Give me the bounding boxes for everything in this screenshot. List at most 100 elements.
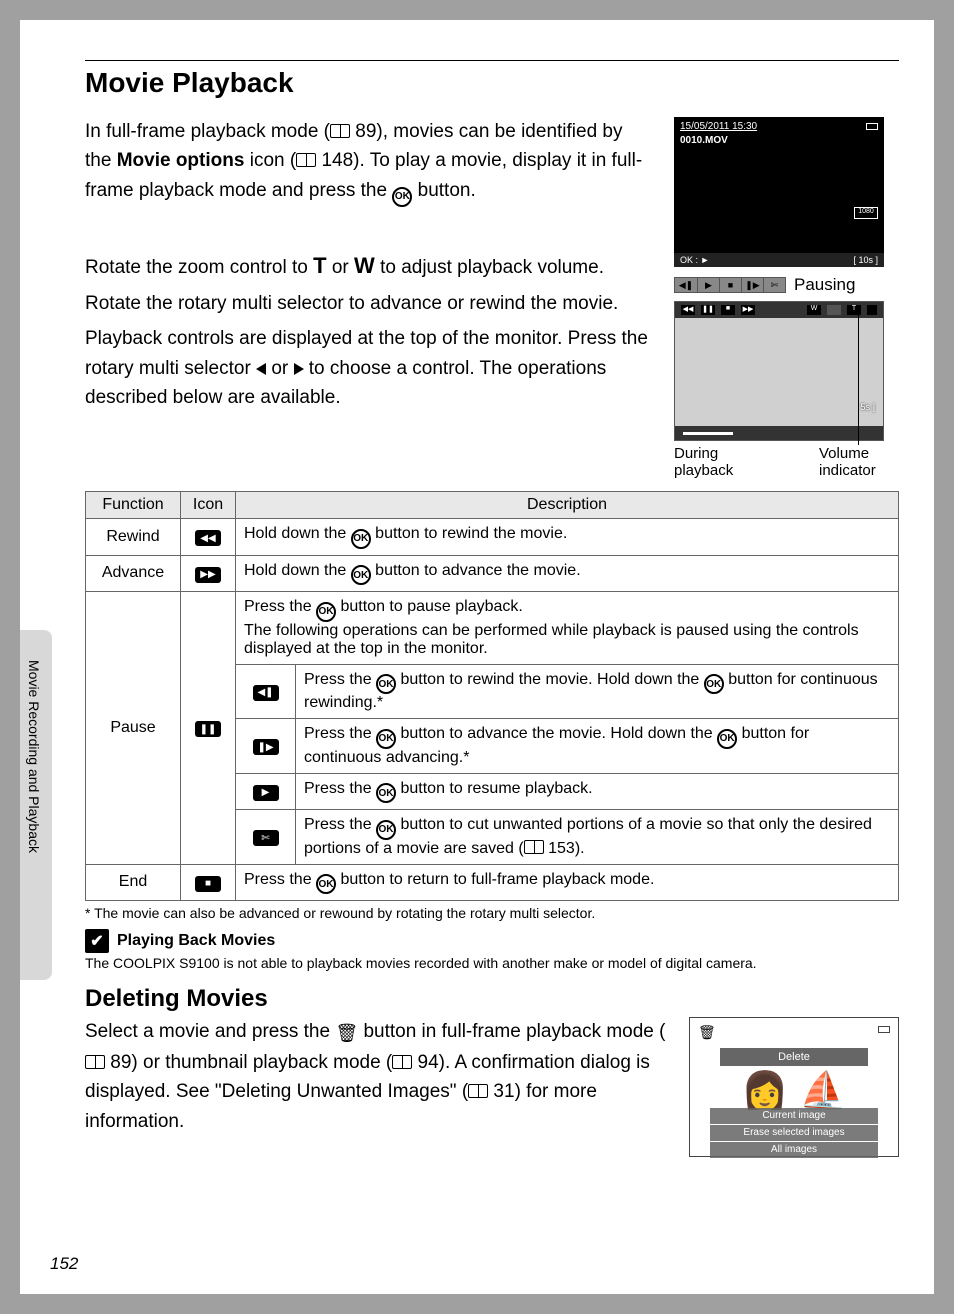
advance-desc-a: Hold down the: [244, 562, 351, 579]
ok-icon: OK: [704, 674, 724, 694]
cell-pause-func: Pause: [86, 592, 181, 865]
zoom-w: W: [354, 253, 375, 278]
pause-r4a: Press the: [304, 816, 376, 833]
intro-p3: Rotate the rotary multi selector to adva…: [85, 289, 654, 318]
delete-option-selected: Erase selected images: [710, 1125, 878, 1141]
cell-end-func: End: [86, 864, 181, 901]
rewind-icon: ◀◀: [195, 530, 221, 546]
play-icon: ▶: [697, 278, 719, 292]
intro-p1b: icon (: [244, 150, 296, 171]
note-badge-icon: ✔: [85, 929, 109, 953]
pause-r1a: Press the: [304, 671, 376, 688]
pause-r3a: Press the: [304, 780, 376, 797]
battery-icon: [878, 1026, 890, 1033]
pause-intro2: button to pause playback.: [336, 598, 523, 615]
pause-r3b: button to resume playback.: [396, 780, 593, 797]
ok-icon: OK: [316, 602, 336, 622]
pause-r1b: button to rewind the movie. Hold down th…: [396, 671, 704, 688]
ok-icon: OK: [376, 674, 396, 694]
intro-p2a: Rotate the zoom control to: [85, 257, 313, 278]
rewind-desc-a: Hold down the: [244, 525, 351, 542]
cut-icon: ✄: [763, 278, 785, 292]
end-desc-b: button to return to full-frame playback …: [336, 871, 654, 888]
illustration-column: 15/05/2011 15:30 0010.MOV 1080 OK : ► [ …: [674, 117, 899, 479]
delete-option-current: Current image: [710, 1108, 878, 1124]
vol-bar-icon: [827, 305, 841, 315]
del-c: 89) or thumbnail playback mode (: [105, 1052, 392, 1073]
pause-intro1: Press the: [244, 598, 316, 615]
pause-r2a: Press the: [304, 725, 376, 742]
advance-icon: ▶▶: [741, 305, 755, 315]
frame-rewind-icon: ◀❚: [675, 278, 697, 292]
footnote: * The movie can also be advanced or rewo…: [85, 905, 899, 921]
advance-icon: ▶▶: [195, 567, 221, 583]
book-icon: [296, 153, 316, 167]
pause-r4c: 153).: [544, 840, 585, 857]
ok-icon: OK: [351, 529, 371, 549]
note-title: Playing Back Movies: [117, 932, 275, 950]
advance-desc-b: button to advance the movie.: [371, 562, 581, 579]
intro-or1: or: [327, 257, 354, 278]
side-tab: Movie Recording and Playback: [20, 630, 52, 980]
triangle-left-icon: [256, 363, 266, 375]
triangle-right-icon: [294, 363, 304, 375]
book-icon: [85, 1055, 105, 1069]
rewind-icon: ◀◀: [681, 305, 695, 315]
cell-advance-func: Advance: [86, 555, 181, 592]
ok-icon: OK: [376, 820, 396, 840]
lcd-date: 15/05/2011 15:30: [680, 121, 757, 132]
th-function: Function: [86, 492, 181, 519]
pausing-label: Pausing: [794, 275, 855, 295]
trash-icon: 🗑: [335, 1020, 358, 1048]
pause-icon: ❚❚: [701, 305, 715, 315]
intro-or2: or: [266, 358, 293, 379]
controls-table: Function Icon Description Rewind ◀◀ Hold…: [85, 491, 899, 901]
stop-icon: ■: [195, 876, 221, 892]
during-playback-label: During playback: [674, 445, 764, 479]
ok-icon: OK: [717, 729, 737, 749]
play-icon: ▶: [253, 785, 279, 801]
lcd-screen-1: 15/05/2011 15:30 0010.MOV 1080 OK : ► [ …: [674, 117, 884, 267]
battery-icon: [866, 123, 878, 130]
delete-option-all: All images: [710, 1142, 878, 1158]
top-rule: [85, 60, 899, 61]
zoom-t: T: [313, 253, 326, 278]
delete-dialog-screen: 🗑 Delete 👩 ⛵ Current image Erase selecte…: [689, 1017, 899, 1157]
th-icon: Icon: [181, 492, 236, 519]
movie-options-bold: Movie options: [117, 150, 245, 171]
page-title: Movie Playback: [85, 67, 899, 99]
ok-icon: OK: [376, 783, 396, 803]
intro-p2b: to adjust playback volume.: [375, 257, 604, 278]
del-b: button in full-frame playback mode (: [358, 1021, 665, 1042]
deleting-title: Deleting Movies: [85, 985, 899, 1013]
ok-icon: OK: [392, 187, 412, 207]
ok-icon: OK: [376, 729, 396, 749]
pause-r2b: button to advance the movie. Hold down t…: [396, 725, 717, 742]
resolution-icon: 1080: [854, 207, 878, 219]
lcd2-time: 5s ]: [860, 402, 875, 412]
delete-menu-header: Delete: [720, 1048, 868, 1066]
pause-control-bar: ◀❚ ▶ ■ ❚▶ ✄: [674, 277, 786, 293]
vol-t-icon: T: [847, 305, 861, 315]
frame-advance-icon: ❚▶: [253, 739, 279, 755]
intro-p1a: In full-frame playback mode (: [85, 121, 330, 142]
intro-p1c: button.: [412, 180, 475, 201]
cell-rewind-func: Rewind: [86, 519, 181, 556]
lcd-duration: [ 10s ]: [853, 255, 878, 265]
book-icon: [392, 1055, 412, 1069]
page-number: 152: [50, 1254, 78, 1274]
pause-intro3: The following operations can be performe…: [244, 622, 859, 657]
pause-icon: ❚❚: [195, 721, 221, 737]
intro-text: In full-frame playback mode ( 89), movie…: [85, 117, 654, 479]
frame-rewind-icon: ◀❚: [253, 685, 279, 701]
cut-icon: ✄: [253, 830, 279, 846]
end-desc-a: Press the: [244, 871, 316, 888]
stop-icon: ■: [719, 278, 741, 292]
vol-w-icon: W: [807, 305, 821, 315]
book-icon: [468, 1084, 488, 1098]
book-icon: [524, 840, 544, 854]
frame-advance-icon: ❚▶: [741, 278, 763, 292]
ok-icon: OK: [316, 874, 336, 894]
book-icon: [330, 124, 350, 138]
deleting-text: Select a movie and press the 🗑 button in…: [85, 1017, 669, 1157]
